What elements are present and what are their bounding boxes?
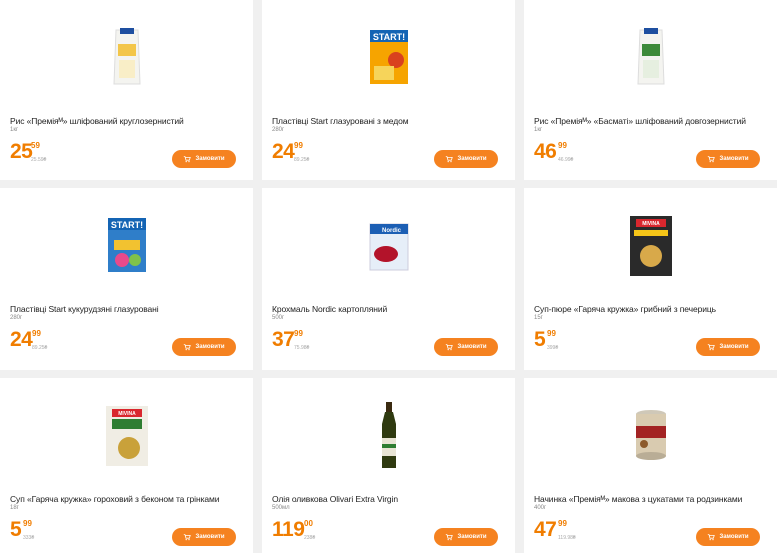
product-weight: 280г xyxy=(10,315,23,321)
order-button[interactable]: Замовити xyxy=(172,338,236,356)
product-card[interactable]: START! Пластівці Start кукурудзяні глазу… xyxy=(0,188,253,370)
cart-icon xyxy=(708,156,716,163)
unit-price: 333₴ xyxy=(23,535,35,541)
cart-icon xyxy=(446,156,454,163)
unit-price: 238₴ xyxy=(304,535,316,541)
product-card[interactable]: MIVINA Суп-пюре «Гаряча кружка» грибний … xyxy=(524,188,777,370)
order-button[interactable]: Замовити xyxy=(696,338,760,356)
unit-price: 75.98₴ xyxy=(294,345,310,351)
product-title[interactable]: Начинка «Преміяᴹ» макова з цукатами та р… xyxy=(534,494,769,504)
filling-can-icon xyxy=(635,410,666,460)
order-button[interactable]: Замовити xyxy=(172,150,236,168)
cart-icon xyxy=(184,344,192,351)
order-button-label: Замовити xyxy=(457,534,487,540)
price-fraction: 59 xyxy=(31,141,40,150)
price-integer: 24 xyxy=(272,140,295,163)
cart-icon xyxy=(446,534,454,541)
product-title[interactable]: Крохмаль Nordic картопляний xyxy=(272,304,507,314)
product-title[interactable]: Суп-пюре «Гаряча кружка» грибний з печер… xyxy=(534,304,769,314)
product-card[interactable]: MIVINA Суп «Гаряча кружка» гороховий з б… xyxy=(0,378,253,553)
order-button[interactable]: Замовити xyxy=(696,528,760,546)
order-button[interactable]: Замовити xyxy=(434,150,498,168)
cart-icon xyxy=(446,344,454,351)
price-integer: 25 xyxy=(10,140,33,163)
price-fraction: 99 xyxy=(294,141,303,150)
price-fraction: 99 xyxy=(558,141,567,150)
order-button-label: Замовити xyxy=(195,344,225,350)
unit-price: 119.98₴ xyxy=(558,535,576,541)
price-integer: 5 xyxy=(534,328,546,351)
product-card[interactable]: Начинка «Преміяᴹ» макова з цукатами та р… xyxy=(524,378,777,553)
unit-price: 25.59₴ xyxy=(31,157,47,163)
unit-price: 399₴ xyxy=(547,345,559,351)
product-weight: 1кг xyxy=(10,127,19,133)
price-integer: 24 xyxy=(10,328,33,351)
product-card[interactable]: Nordic Крохмаль Nordic картопляний 500г … xyxy=(262,188,515,370)
order-button-label: Замовити xyxy=(719,156,749,162)
price-fraction: 99 xyxy=(294,329,303,338)
product-card[interactable]: Олія оливкова Olivari Extra Virgin 500мл… xyxy=(262,378,515,553)
olive-oil-bottle-icon xyxy=(381,402,396,468)
product-weight: 500мл xyxy=(272,505,290,511)
cart-icon xyxy=(708,344,716,351)
starch-package-icon: Nordic xyxy=(369,223,408,271)
product-title[interactable]: Рис «Преміяᴹ» шліфований круглозернистий xyxy=(10,116,245,126)
soup-sachet-icon: MIVINA xyxy=(629,216,672,276)
product-weight: 15г xyxy=(534,315,543,321)
product-weight: 18г xyxy=(10,505,19,511)
product-title[interactable]: Суп «Гаряча кружка» гороховий з беконом … xyxy=(10,494,245,504)
cart-icon xyxy=(708,534,716,541)
order-button[interactable]: Замовити xyxy=(434,528,498,546)
order-button-label: Замовити xyxy=(719,344,749,350)
price-fraction: 00 xyxy=(304,519,313,528)
order-button-label: Замовити xyxy=(195,156,225,162)
cart-icon xyxy=(184,156,192,163)
unit-price: 46.99₴ xyxy=(558,157,574,163)
unit-price: 89.25₴ xyxy=(294,157,310,163)
rice-package-icon xyxy=(636,28,665,85)
price-integer: 37 xyxy=(272,328,295,351)
product-card[interactable]: Рис «Преміяᴹ» «Басматі» шліфований довго… xyxy=(524,0,777,180)
cart-icon xyxy=(184,534,192,541)
product-weight: 1кг xyxy=(534,127,543,133)
product-weight: 500г xyxy=(272,315,285,321)
order-button[interactable]: Замовити xyxy=(696,150,760,168)
product-card[interactable]: Рис «Преміяᴹ» шліфований круглозернистий… xyxy=(0,0,253,180)
order-button[interactable]: Замовити xyxy=(172,528,236,546)
price-integer: 46 xyxy=(534,140,557,163)
product-weight: 400г xyxy=(534,505,547,511)
cereal-box-icon: START! xyxy=(107,218,146,272)
svg-text:MIVINA: MIVINA xyxy=(642,221,660,227)
product-title[interactable]: Пластівці Start глазуровані з медом xyxy=(272,116,507,126)
order-button[interactable]: Замовити xyxy=(434,338,498,356)
order-button-label: Замовити xyxy=(195,534,225,540)
product-title[interactable]: Рис «Преміяᴹ» «Басматі» шліфований довго… xyxy=(534,116,769,126)
price-fraction: 99 xyxy=(32,329,41,338)
price-fraction: 99 xyxy=(558,519,567,528)
svg-text:MIVINA: MIVINA xyxy=(118,411,136,417)
order-button-label: Замовити xyxy=(457,344,487,350)
svg-text:START!: START! xyxy=(372,32,404,42)
soup-sachet-icon: MIVINA xyxy=(105,406,148,466)
svg-text:Nordic: Nordic xyxy=(382,228,402,234)
svg-text:START!: START! xyxy=(110,220,142,230)
cereal-box-icon: START! xyxy=(369,30,408,84)
price-integer: 119 xyxy=(272,518,305,541)
order-button-label: Замовити xyxy=(719,534,749,540)
rice-package-icon xyxy=(112,28,141,85)
product-title[interactable]: Олія оливкова Olivari Extra Virgin xyxy=(272,494,507,504)
price-fraction: 99 xyxy=(23,519,32,528)
product-card[interactable]: START! Пластівці Start глазуровані з мед… xyxy=(262,0,515,180)
product-weight: 280г xyxy=(272,127,285,133)
unit-price: 89.25₴ xyxy=(32,345,48,351)
price-integer: 47 xyxy=(534,518,557,541)
order-button-label: Замовити xyxy=(457,156,487,162)
price-integer: 5 xyxy=(10,518,22,541)
product-title[interactable]: Пластівці Start кукурудзяні глазуровані xyxy=(10,304,245,314)
price-fraction: 99 xyxy=(547,329,556,338)
